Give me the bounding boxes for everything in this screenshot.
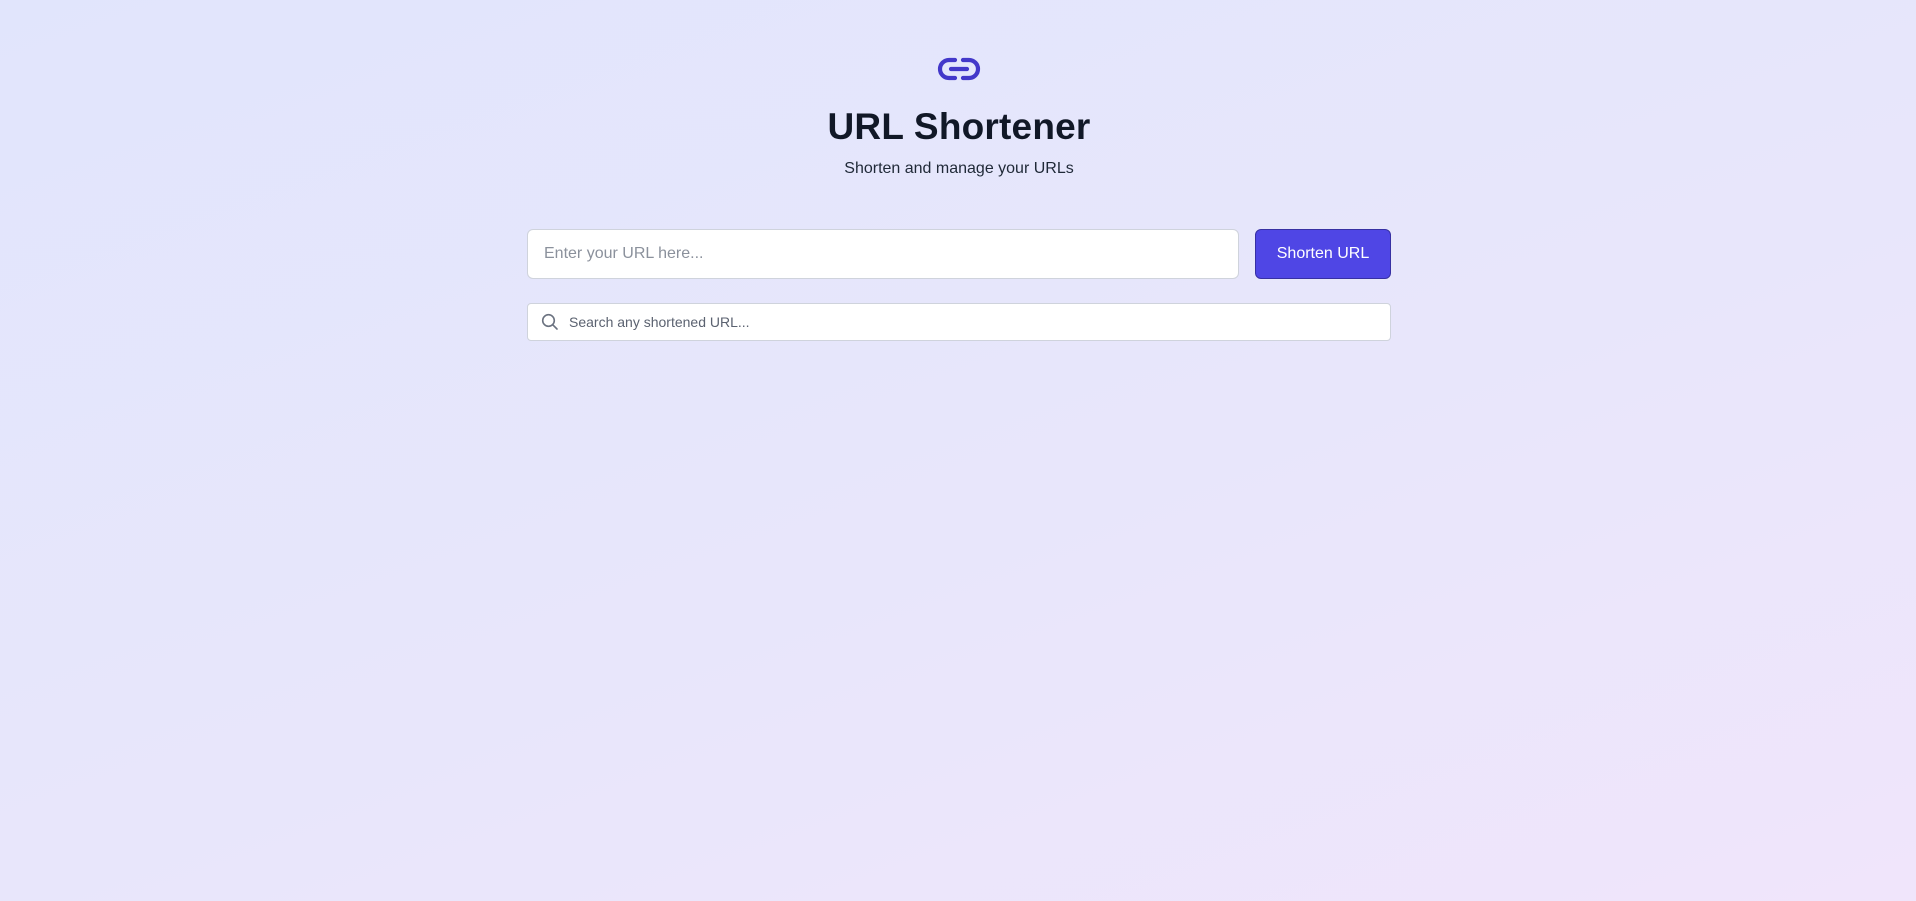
shorten-url-button[interactable]: Shorten URL: [1255, 229, 1391, 279]
url-input[interactable]: [527, 229, 1239, 279]
page-subtitle: Shorten and manage your URLs: [844, 160, 1074, 177]
search-icon: [541, 313, 559, 331]
search-bar[interactable]: [527, 303, 1391, 341]
link-icon: [936, 52, 982, 86]
search-input[interactable]: [569, 304, 1390, 340]
page-title: URL Shortener: [827, 106, 1091, 147]
